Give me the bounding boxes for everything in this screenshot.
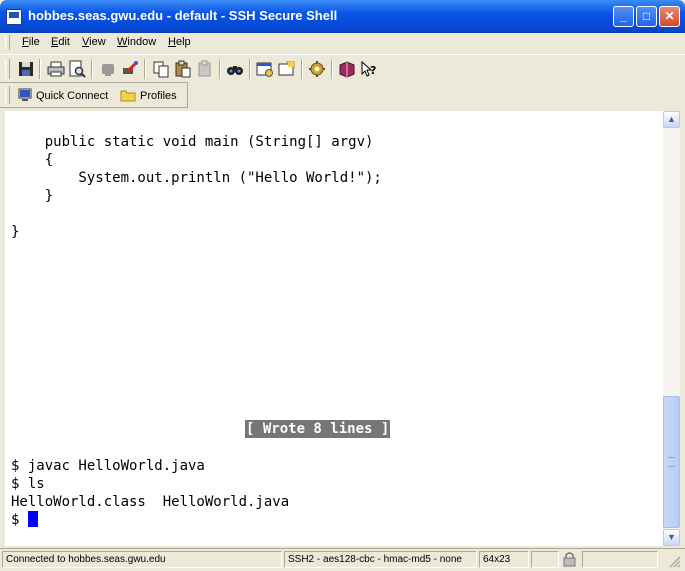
ssh-shell-icon[interactable] [6,9,22,25]
scroll-thumb[interactable] [663,396,680,528]
menu-window[interactable]: Window [117,36,156,48]
toolbar-separator [249,59,251,79]
paste-icon[interactable] [173,59,193,79]
toolbar-separator [301,59,303,79]
print-icon[interactable] [46,59,66,79]
toolbar-separator [331,59,333,79]
scroll-down-button[interactable]: ▼ [663,529,680,546]
terminal-line: } [11,188,54,204]
wrote-status-message: [ Wrote 8 lines ] [245,420,391,438]
maximize-icon: □ [642,9,651,23]
chevron-down-icon: ▼ [667,532,676,542]
menu-view[interactable]: View [82,36,106,48]
quick-connect-button[interactable]: Quick Connect [18,88,108,102]
scroll-up-button[interactable]: ▲ [663,111,680,128]
shell-prompt: $ [11,512,28,528]
toolbar-separator [91,59,93,79]
find-icon[interactable] [225,59,245,79]
status-cipher: SSH2 - aes128-cbc - hmac-md5 - none [284,551,477,568]
shell-prompt-line: $ [11,511,38,529]
disconnect-icon[interactable] [98,59,118,79]
status-terminal-size: 64x23 [479,551,529,568]
connect-icon[interactable] [120,59,140,79]
vertical-scrollbar[interactable]: ▲ ▼ [663,111,680,546]
quick-connect-icon [18,88,32,101]
toolbar-separator [39,59,41,79]
chevron-up-icon: ▲ [667,114,676,124]
toolbar: ? [0,54,685,83]
print-preview-icon[interactable] [67,59,87,79]
text-cursor [27,511,38,527]
toolbar-separator [219,59,221,79]
close-button[interactable]: ✕ [659,6,680,27]
resize-grip-icon[interactable] [668,555,682,569]
key-icon[interactable] [307,59,327,79]
terminal-line: } [11,224,20,240]
title-bar[interactable]: hobbes.seas.gwu.edu - default - SSH Secu… [0,0,685,33]
minimize-icon: _ [620,9,627,23]
terminal-area[interactable]: public static void main (String[] argv) … [5,111,663,546]
shell-line: $ ls [11,476,45,492]
maximize-button[interactable]: □ [636,6,657,27]
window-title: hobbes.seas.gwu.edu - default - SSH Secu… [28,8,338,23]
shell-line: HelloWorld.class HelloWorld.java [11,494,290,510]
lock-status-icon [563,552,576,567]
copy-icon[interactable] [151,59,171,79]
status-empty-panel [531,551,559,568]
terminal-line: { [11,152,54,168]
menu-edit[interactable]: Edit [51,36,70,48]
help-context-icon[interactable]: ? [359,59,379,79]
toolbar-separator [144,59,146,79]
book-icon[interactable] [337,59,357,79]
menu-help[interactable]: Help [168,36,191,48]
minimize-button[interactable]: _ [613,6,634,27]
toolbar-grip[interactable] [5,59,10,79]
status-bar: Connected to hobbes.seas.gwu.edu SSH2 - … [0,548,685,571]
menu-bar: File Edit View Window Help [0,33,685,52]
paste-disabled-icon[interactable] [195,59,215,79]
terminal-line: System.out.println ("Hello World!"); [11,170,382,186]
close-icon: ✕ [664,9,675,23]
status-empty-panel [582,551,658,568]
folder-icon [120,90,136,102]
new-file-transfer-icon[interactable] [277,59,297,79]
menu-file[interactable]: File [22,36,40,48]
profiles-button[interactable]: Profiles [120,88,177,102]
settings-icon[interactable] [255,59,275,79]
terminal-line: public static void main (String[] argv) [11,134,374,150]
profile-bar: Quick Connect Profiles [0,82,188,108]
save-icon[interactable] [16,59,36,79]
svg-text:?: ? [370,64,376,77]
profile-bar-grip[interactable] [5,86,10,104]
menu-grip[interactable] [5,35,10,50]
status-connection: Connected to hobbes.seas.gwu.edu [2,551,282,568]
shell-line: $ javac HelloWorld.java [11,458,205,474]
